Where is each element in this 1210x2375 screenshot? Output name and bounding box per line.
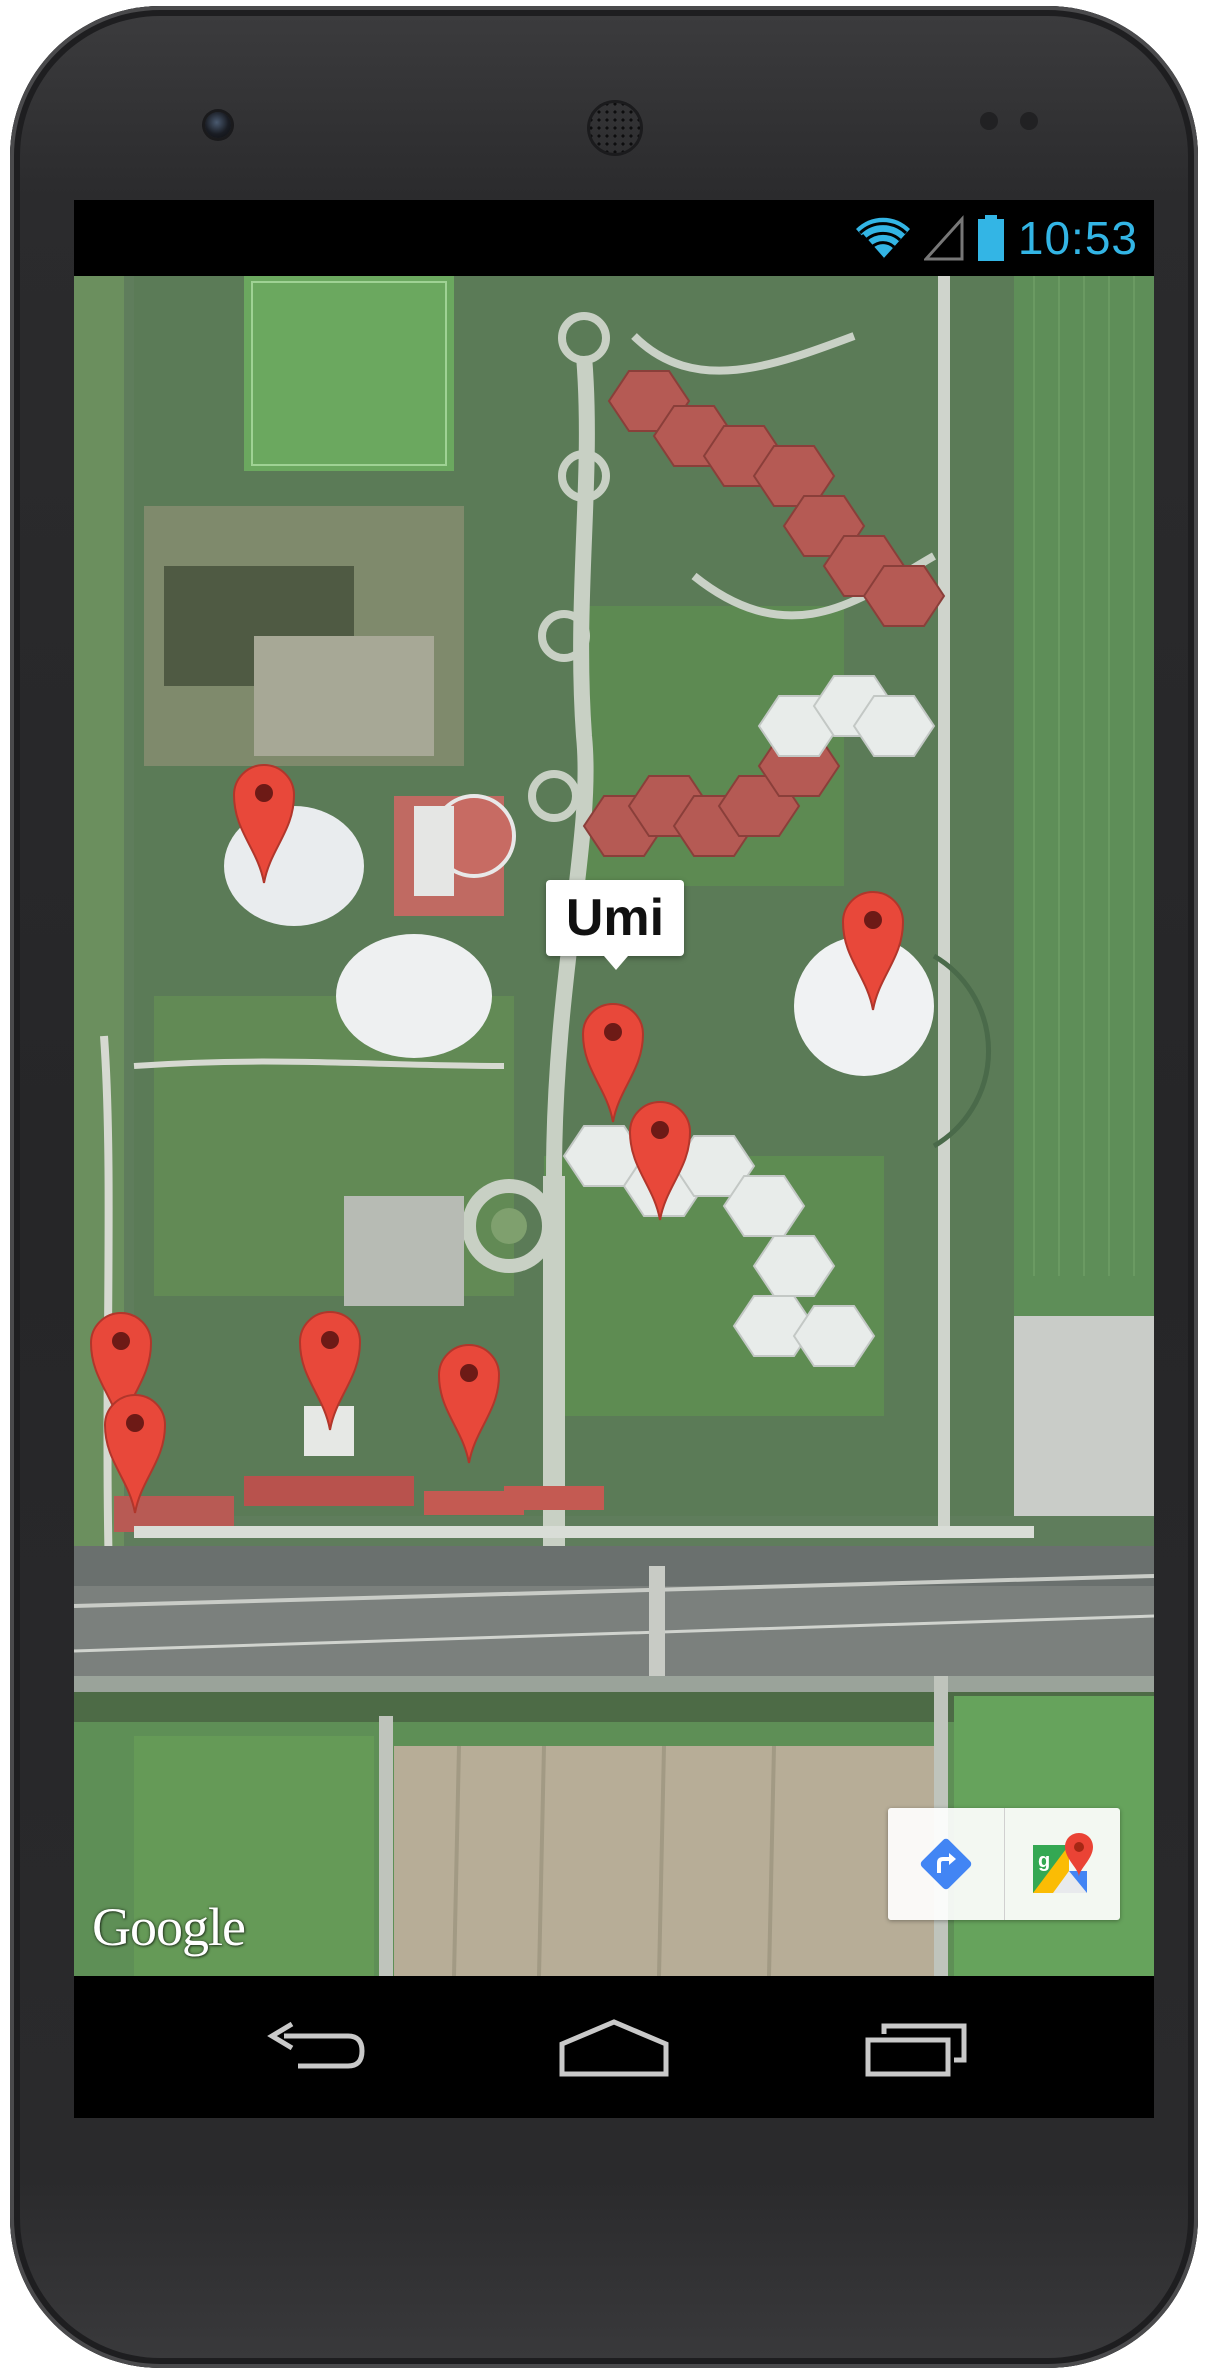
google-maps-icon: g [1033,1833,1094,1893]
map-toolbar: g [888,1808,1120,1920]
directions-button[interactable] [888,1808,1004,1920]
marker-info-window[interactable]: Umi [546,880,684,970]
screen: 10:53 Umi Google g [74,200,1154,2118]
open-in-google-maps-button[interactable]: g [1003,1808,1121,1920]
google-logo: Google [92,1897,246,1957]
map-marker-2[interactable] [841,888,905,1012]
svg-text:g: g [1038,1850,1050,1872]
recent-apps-icon [865,2023,967,2077]
recent-apps-button[interactable] [836,1998,996,2098]
proximity-sensor [980,112,998,130]
map-marker-4[interactable] [628,1098,692,1222]
phone-frame: 10:53 Umi Google g [10,6,1198,2368]
status-clock: 10:53 [1017,212,1138,264]
wifi-icon [855,217,910,260]
info-window-title: Umi [565,889,665,947]
map-view[interactable]: Umi Google g [74,276,1154,1976]
map-marker-7[interactable] [437,1341,501,1465]
back-button[interactable] [234,1998,394,2098]
home-button[interactable] [534,1998,694,2098]
satellite-imagery [74,276,1154,1976]
navigation-bar [74,1976,1154,2118]
home-icon [559,2019,669,2077]
status-bar: 10:53 [74,200,1154,276]
back-icon [267,2021,365,2069]
map-marker-6[interactable] [298,1308,362,1432]
directions-icon [920,1838,971,1890]
battery-icon [977,215,1004,261]
light-sensor [1020,112,1038,130]
map-marker-8[interactable] [103,1391,167,1515]
front-camera [205,112,231,138]
map-marker-1[interactable] [232,761,296,885]
earpiece-speaker [587,100,643,156]
cell-signal-icon [923,215,964,261]
